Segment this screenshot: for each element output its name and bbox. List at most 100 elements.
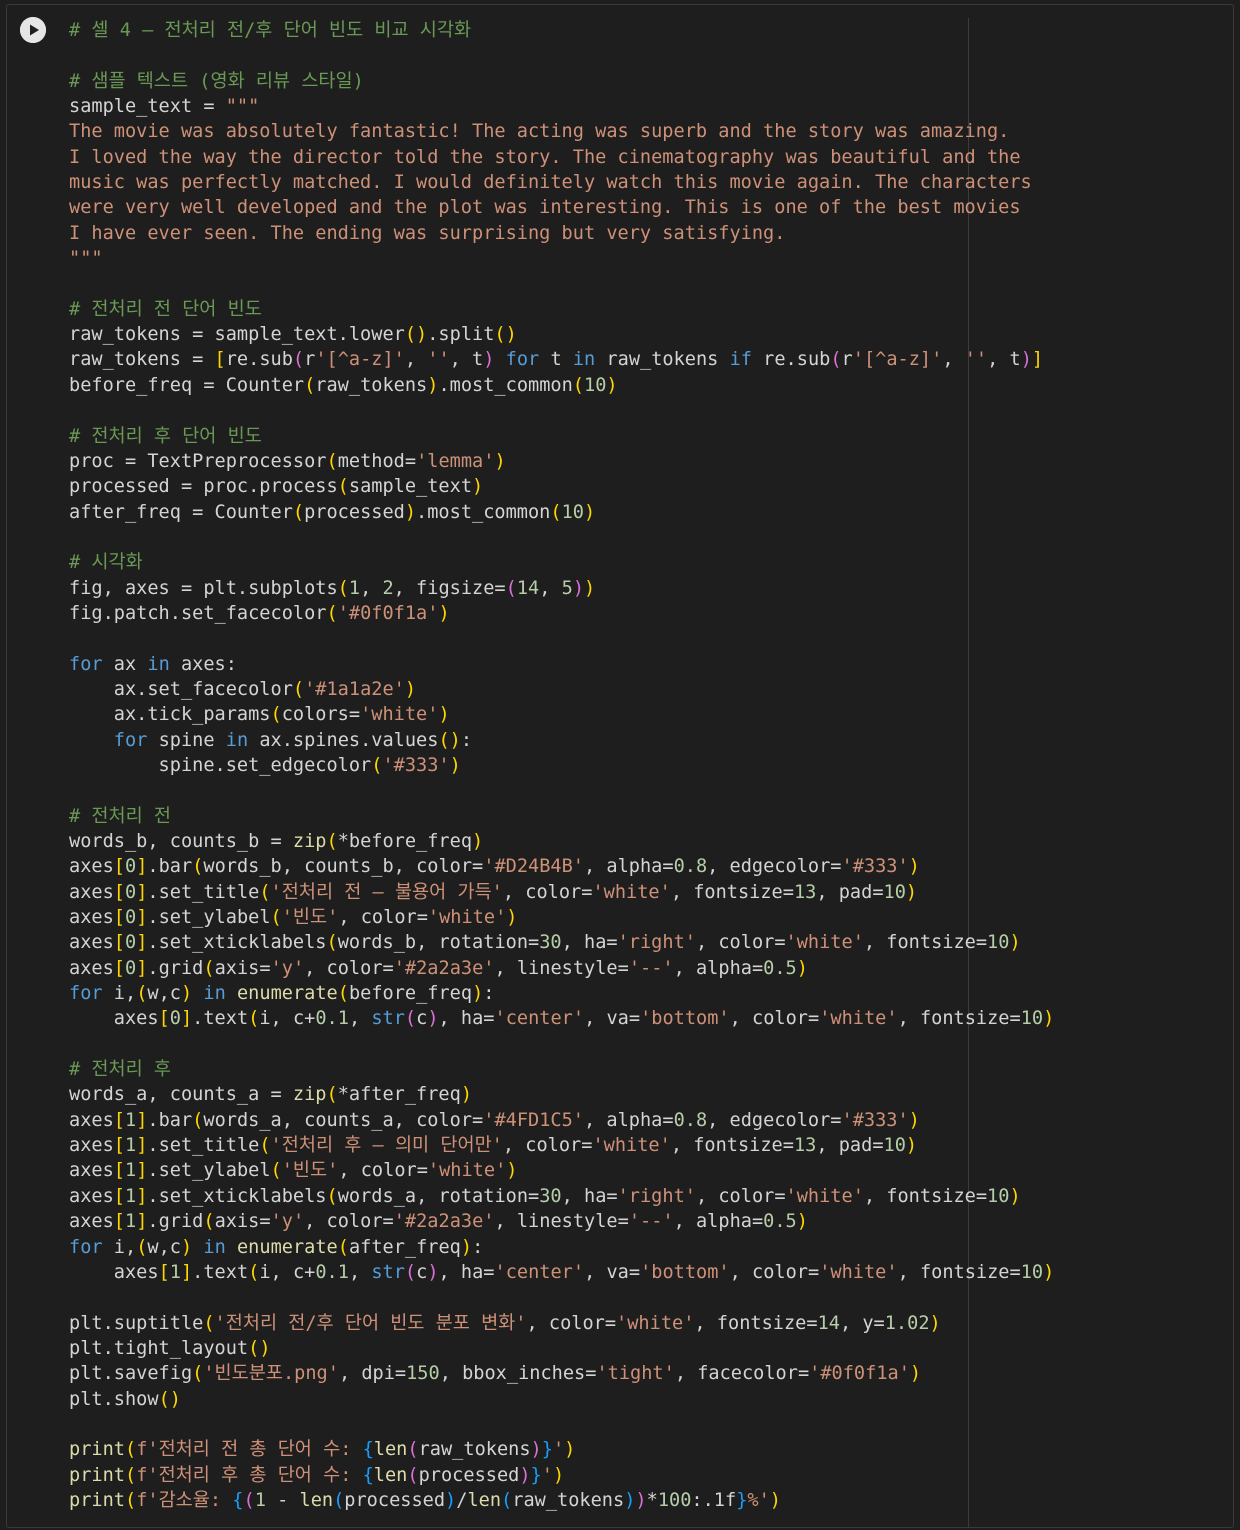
code-line: axes[1].set_xticklabels(words_a, rotatio… bbox=[69, 1184, 1054, 1209]
code-token: '[^a-z]' bbox=[852, 349, 943, 371]
code-token: ) bbox=[460, 1236, 473, 1258]
code-token: 0 bbox=[124, 907, 137, 929]
code-token: 'white' bbox=[785, 932, 864, 954]
code-token: .text bbox=[192, 1261, 249, 1283]
code-token: ) bbox=[905, 881, 918, 903]
code-token: [ bbox=[113, 1211, 125, 1233]
code-token: , color= bbox=[338, 1160, 428, 1182]
code-token: ] bbox=[136, 1160, 148, 1182]
code-token: ) bbox=[472, 476, 484, 498]
code-token: print bbox=[69, 1464, 125, 1486]
code-token: method= bbox=[337, 450, 417, 472]
code-token: 'white' bbox=[592, 881, 671, 903]
code-token: %' bbox=[747, 1489, 770, 1511]
code-line: raw_tokens = sample_text.lower().split() bbox=[69, 322, 1054, 347]
code-token: axes bbox=[69, 856, 114, 878]
code-token: fig, axes = plt.subplots bbox=[69, 577, 338, 599]
code-token: str bbox=[371, 1261, 405, 1283]
code-token: re.sub bbox=[751, 349, 831, 371]
code-token: ( bbox=[292, 678, 305, 700]
code-token: axes bbox=[69, 1109, 114, 1131]
code-token: 'white' bbox=[360, 704, 439, 726]
code-token: were very well developed and the plot wa… bbox=[69, 197, 1021, 219]
code-line: proc = TextPreprocessor(method='lemma') bbox=[69, 449, 1054, 474]
code-token: '#0f0f1a' bbox=[337, 602, 439, 624]
code-token: '빈도' bbox=[281, 1160, 339, 1182]
code-token: , bbox=[404, 349, 428, 371]
code-token: 10 bbox=[883, 881, 906, 903]
code-token: ) bbox=[519, 1464, 531, 1486]
code-token: print bbox=[69, 1439, 125, 1461]
code-line: # 전처리 후 bbox=[69, 1057, 1054, 1082]
code-token: ) bbox=[404, 678, 417, 700]
code-token: '--' bbox=[628, 1211, 674, 1233]
code-token: plt.tight_layout bbox=[69, 1337, 249, 1359]
code-token: fig.patch.set_facecolor bbox=[69, 602, 327, 624]
code-token: ) bbox=[438, 602, 450, 624]
run-cell-button[interactable] bbox=[20, 17, 46, 43]
code-token: 14 bbox=[817, 1312, 840, 1334]
code-token: , bbox=[539, 577, 562, 599]
code-token: [ bbox=[113, 856, 125, 878]
code-token: len bbox=[373, 1439, 408, 1461]
code-token: .bar bbox=[147, 856, 193, 878]
code-token: ax bbox=[102, 653, 148, 675]
code-token: raw_tokens bbox=[595, 349, 730, 371]
code-token: # 전처리 후 단어 빈도 bbox=[69, 425, 262, 447]
code-token: , figsize= bbox=[393, 577, 506, 599]
code-token: ( bbox=[270, 907, 282, 929]
code-token: words_a, rotation= bbox=[337, 1185, 540, 1207]
code-token: { bbox=[362, 1464, 374, 1486]
code-token: ) bbox=[506, 907, 518, 929]
code-token: .set_ylabel bbox=[147, 1160, 271, 1182]
code-token: , bbox_inches= bbox=[439, 1363, 597, 1385]
code-token: f'감소율: bbox=[136, 1489, 233, 1511]
code-token: '#D24B4B' bbox=[483, 856, 584, 878]
code-line: print(f'전처리 전 총 단어 수: {len(raw_tokens)}'… bbox=[69, 1437, 1054, 1462]
code-token: 'white' bbox=[785, 1185, 864, 1207]
code-token: , fontsize= bbox=[670, 881, 794, 903]
code-token: zip bbox=[292, 1084, 327, 1106]
code-token: axes bbox=[69, 932, 114, 954]
code-token: len bbox=[299, 1489, 334, 1511]
code-token: len bbox=[467, 1489, 502, 1511]
code-token: axes bbox=[69, 1008, 159, 1030]
code-editor[interactable]: # 셀 4 — 전처리 전/후 단어 빈도 비교 시각화 # 샘플 텍스트 (영… bbox=[69, 18, 1054, 1513]
code-token: for bbox=[69, 1236, 103, 1258]
code-token: before_freq = Counter bbox=[69, 374, 305, 396]
code-token: '#2a2a3e' bbox=[393, 957, 495, 979]
code-token: '#2a2a3e' bbox=[393, 1211, 495, 1233]
code-token: , color= bbox=[695, 932, 786, 954]
code-token: ( bbox=[407, 1439, 419, 1461]
play-icon bbox=[20, 17, 46, 43]
code-token: ) bbox=[929, 1312, 941, 1334]
code-token: ( bbox=[136, 1236, 148, 1258]
code-line: music was perfectly matched. I would def… bbox=[69, 170, 1054, 195]
code-token: 1 bbox=[124, 1109, 137, 1131]
code-token: ( bbox=[326, 831, 338, 852]
code-token: , fontsize= bbox=[863, 932, 988, 954]
code-token: ) bbox=[908, 1109, 920, 1131]
code-line: axes[0].text(i, c+0.1, str(c), ha='cente… bbox=[69, 1006, 1055, 1031]
code-token: ( bbox=[326, 602, 338, 624]
code-token: raw_tokens = sample_text.lower bbox=[69, 324, 405, 346]
code-token: raw_tokens bbox=[315, 374, 428, 396]
code-token: """ bbox=[69, 248, 103, 270]
code-token: , color= bbox=[304, 1211, 394, 1233]
code-token: i, c+ bbox=[259, 1008, 316, 1030]
code-token: *before_freq bbox=[337, 831, 473, 852]
code-token: ) bbox=[180, 1236, 193, 1258]
code-token: ( bbox=[326, 1084, 338, 1106]
code-token: 'white' bbox=[819, 1261, 898, 1283]
code-token: ( bbox=[830, 349, 842, 371]
code-token: ) bbox=[460, 1084, 473, 1106]
code-line: were very well developed and the plot wa… bbox=[69, 195, 1054, 220]
code-token: 0.8 bbox=[673, 1109, 708, 1131]
code-token: '#0f0f1a' bbox=[809, 1363, 910, 1385]
code-token: .set_title bbox=[147, 1135, 260, 1157]
code-token: for bbox=[69, 983, 103, 1005]
